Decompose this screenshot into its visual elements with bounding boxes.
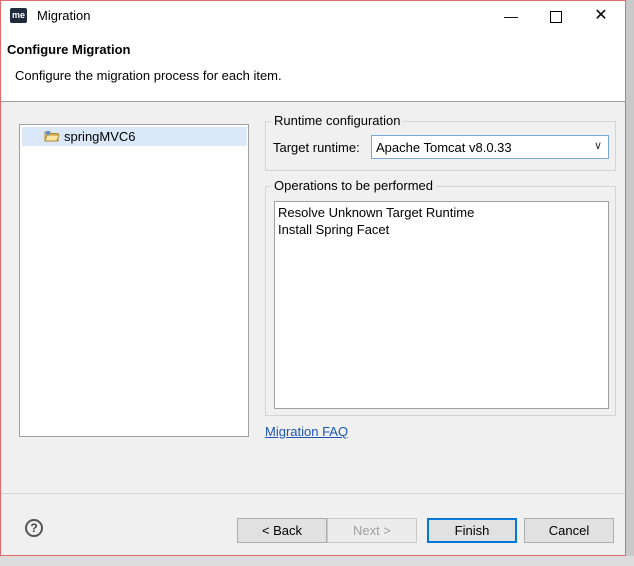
background-ide-strip [0,556,634,566]
runtime-configuration-group: Runtime configuration Target runtime: Ap… [265,113,616,171]
back-button[interactable]: < Back [237,518,327,543]
title-bar: me Migration — ✕ [1,1,625,31]
target-runtime-select[interactable]: Apache Tomcat v8.0.33 ∨ [371,135,609,159]
close-button[interactable]: ✕ [587,5,615,27]
runtime-group-label: Runtime configuration [271,113,404,128]
help-icon[interactable]: ? [25,519,43,537]
window-title: Migration [37,8,91,23]
minimize-button[interactable]: — [497,5,525,27]
operation-item[interactable]: Install Spring Facet [278,222,389,237]
operations-group: Operations to be performed Resolve Unkno… [265,178,616,416]
app-icon: me [10,8,27,23]
wizard-header: Configure Migration Configure the migrat… [1,31,625,102]
operations-list[interactable]: Resolve Unknown Target Runtime Install S… [274,201,609,409]
finish-button[interactable]: Finish [427,518,517,543]
maximize-button[interactable] [542,5,570,27]
operation-item[interactable]: Resolve Unknown Target Runtime [278,205,474,220]
target-runtime-value: Apache Tomcat v8.0.33 [376,140,512,155]
target-runtime-label: Target runtime: [273,140,360,155]
migration-dialog: me Migration — ✕ Configure Migration Con… [0,0,626,556]
operations-group-label: Operations to be performed [271,178,436,193]
cancel-button[interactable]: Cancel [524,518,614,543]
migration-faq-link[interactable]: Migration FAQ [265,424,348,439]
chevron-down-icon: ∨ [593,140,602,152]
maximize-icon [550,11,562,24]
tree-item-springmvc6[interactable]: springMVC6 [22,127,247,146]
page-description: Configure the migration process for each… [15,68,282,83]
page-title: Configure Migration [7,42,131,57]
project-folder-icon [44,130,60,142]
project-tree[interactable]: springMVC6 [19,124,249,437]
next-button[interactable]: Next > [327,518,417,543]
tree-item-label: springMVC6 [64,129,136,144]
footer-divider [1,493,625,494]
